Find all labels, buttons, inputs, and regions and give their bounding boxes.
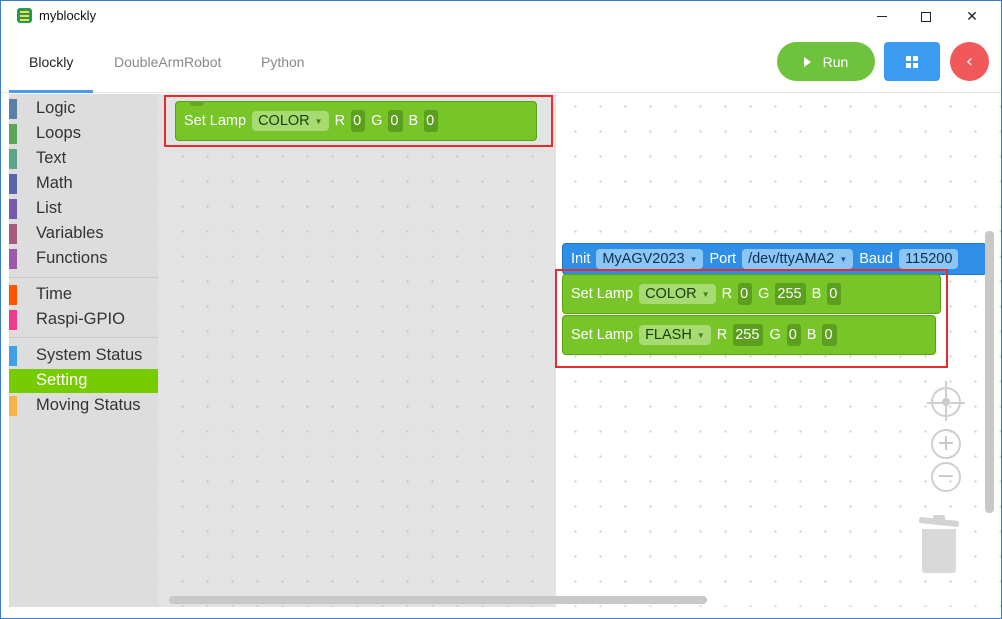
zoom-in-icon[interactable]: +	[931, 429, 961, 459]
category-color-bar	[9, 396, 17, 416]
category-color-bar	[9, 199, 17, 219]
category-label: List	[36, 199, 62, 217]
category-color-bar	[9, 346, 17, 366]
category-separator	[9, 337, 158, 338]
category-color-bar	[9, 371, 17, 391]
highlight-box	[164, 95, 553, 147]
category-separator	[9, 277, 158, 278]
dropdown-value: MyAGV2023	[602, 251, 685, 267]
chevron-left-icon: ‹	[965, 51, 974, 72]
category-color-bar	[9, 149, 17, 169]
close-icon: ✕	[966, 8, 978, 25]
zoom-out-icon[interactable]: −	[931, 462, 961, 492]
category-logic[interactable]: Logic	[9, 97, 158, 121]
play-icon	[803, 56, 811, 67]
category-color-bar	[9, 174, 17, 194]
run-button-label: Run	[822, 53, 849, 70]
category-color-bar	[9, 124, 17, 144]
category-raspi-gpio[interactable]: Raspi-GPIO	[9, 308, 158, 332]
category-loops[interactable]: Loops	[9, 122, 158, 146]
category-label: Setting	[36, 371, 88, 389]
category-label: Functions	[36, 249, 108, 267]
category-color-bar	[9, 249, 17, 269]
category-label: Variables	[36, 224, 104, 242]
maximize-icon	[921, 11, 931, 22]
caret-down-icon: ▼	[689, 254, 698, 264]
category-color-bar	[9, 285, 17, 305]
category-color-bar	[9, 310, 17, 330]
category-label: System Status	[36, 346, 143, 364]
back-button[interactable]: ‹	[950, 42, 989, 81]
category-color-bar	[9, 99, 17, 119]
grid-view-button[interactable]	[884, 42, 940, 81]
category-label: Math	[36, 174, 73, 192]
category-label: Text	[36, 149, 67, 167]
title-bar: myblockly ✕	[1, 1, 1001, 32]
trash-icon[interactable]	[918, 515, 960, 573]
category-functions[interactable]: Functions	[9, 247, 158, 271]
category-color-bar	[9, 224, 17, 244]
recenter-icon[interactable]	[927, 387, 965, 417]
tab-python[interactable]: Python	[261, 54, 305, 70]
baud-label: Baud	[859, 251, 894, 267]
close-button[interactable]: ✕	[949, 1, 995, 32]
category-text[interactable]: Text	[9, 147, 158, 171]
category-label: Time	[36, 285, 73, 303]
block-label: Init	[571, 251, 591, 267]
category-system-status[interactable]: System Status	[9, 344, 158, 368]
device-name-dropdown[interactable]: MyAGV2023 ▼	[596, 249, 704, 269]
category-variables[interactable]: Variables	[9, 222, 158, 246]
minimize-button[interactable]	[859, 1, 905, 32]
app-window: myblockly ✕ Blockly DoubleArmRobot Pytho…	[0, 0, 1002, 619]
minimize-icon	[877, 16, 887, 17]
category-label: Loops	[36, 124, 81, 142]
port-dropdown[interactable]: /dev/ttyAMA2 ▼	[742, 249, 854, 269]
active-tab-indicator	[9, 90, 93, 93]
category-label: Logic	[36, 99, 76, 117]
window-title: myblockly	[39, 8, 97, 23]
category-moving-status[interactable]: Moving Status	[9, 394, 158, 418]
grid-icon	[906, 55, 918, 68]
category-time[interactable]: Time	[9, 283, 158, 307]
horizontal-scrollbar[interactable]	[169, 596, 707, 604]
category-label: Moving Status	[36, 396, 141, 414]
toolbar: Blockly DoubleArmRobot Python Run ‹	[1, 32, 1001, 93]
block-category-toolbox: Logic Loops Text Math List Variables Fun…	[9, 94, 158, 607]
dropdown-value: /dev/ttyAMA2	[748, 251, 835, 267]
category-list[interactable]: List	[9, 197, 158, 221]
caret-down-icon: ▼	[839, 254, 848, 264]
category-setting[interactable]: Setting	[9, 369, 158, 393]
run-button[interactable]: Run	[777, 42, 875, 81]
app-logo-icon	[17, 8, 32, 23]
maximize-button[interactable]	[903, 1, 949, 32]
category-math[interactable]: Math	[9, 172, 158, 196]
block-flyout	[158, 94, 556, 607]
vertical-scrollbar[interactable]	[985, 231, 994, 513]
highlight-box	[555, 269, 948, 368]
baud-field[interactable]: 115200	[899, 249, 959, 269]
port-label: Port	[709, 251, 737, 267]
dropdown-value: 115200	[905, 251, 953, 267]
tab-blockly[interactable]: Blockly	[29, 54, 73, 70]
tab-double-arm-robot[interactable]: DoubleArmRobot	[114, 54, 221, 70]
category-label: Raspi-GPIO	[36, 310, 125, 328]
